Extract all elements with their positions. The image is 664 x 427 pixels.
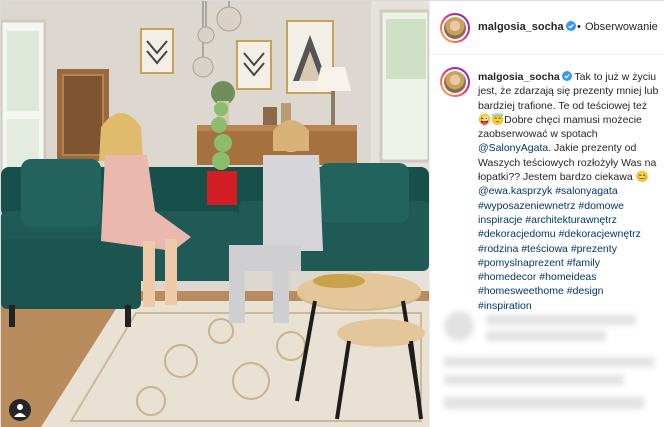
blurred-comments bbox=[430, 301, 664, 427]
hashtag-list: #salonyagata #wyposazeniewnetrz #domowe … bbox=[478, 185, 641, 311]
post-header: malgosia_socha • Obserwowanie bbox=[430, 1, 664, 55]
tagged-people-button[interactable] bbox=[9, 399, 31, 421]
person-icon bbox=[14, 404, 26, 417]
mention-link[interactable]: @ewa.kasprzyk bbox=[478, 185, 552, 197]
post-side-panel: malgosia_socha • Obserwowanie malgosia_s… bbox=[429, 1, 664, 427]
hashtag-link[interactable]: #rodzina bbox=[478, 243, 518, 255]
caption-username[interactable]: malgosia_socha bbox=[478, 71, 560, 83]
caption-emoji-1: 😜😇 bbox=[478, 113, 505, 126]
verified-badge-icon bbox=[565, 21, 576, 31]
caption-emoji-2: 😊 bbox=[635, 171, 649, 184]
photo-scene bbox=[1, 1, 429, 427]
caption-area: malgosia_socha Tak to już w życiu jest, … bbox=[430, 57, 664, 312]
hashtag-link[interactable]: #homeideas bbox=[539, 271, 596, 283]
caption-text: malgosia_socha Tak to już w życiu jest, … bbox=[478, 70, 660, 313]
hashtag-link[interactable]: #homedecor bbox=[478, 271, 536, 283]
hashtag-link[interactable]: #dekoracjedomu bbox=[478, 228, 556, 240]
mention-link[interactable]: @SalonyAgata bbox=[478, 142, 548, 154]
verified-badge-icon bbox=[561, 71, 572, 81]
hashtag-link[interactable]: #architekturawnętrz bbox=[525, 214, 617, 226]
caption-author-avatar[interactable] bbox=[440, 67, 470, 97]
hashtag-link[interactable]: #dekoracjewnętrz bbox=[559, 228, 641, 240]
hashtag-link[interactable]: #teściowa bbox=[521, 243, 568, 255]
hashtag-link[interactable]: #homesweethome bbox=[478, 285, 564, 297]
hashtag-link[interactable]: #family bbox=[567, 257, 600, 269]
hashtag-link[interactable]: #wyposazeniewnetrz bbox=[478, 200, 575, 212]
hashtag-link[interactable]: #pomyslnaprezent bbox=[478, 257, 564, 269]
hashtag-link[interactable]: #design bbox=[567, 285, 604, 297]
instagram-post-frame: malgosia_socha • Obserwowanie malgosia_s… bbox=[0, 0, 664, 427]
hashtag-link[interactable]: #salonyagata bbox=[555, 185, 617, 197]
post-photo[interactable] bbox=[1, 1, 429, 427]
header-separator: • bbox=[577, 21, 581, 33]
author-avatar[interactable] bbox=[440, 13, 470, 43]
hashtag-link[interactable]: #prezenty bbox=[571, 243, 617, 255]
author-username[interactable]: malgosia_socha bbox=[478, 21, 576, 33]
following-button[interactable]: Obserwowanie bbox=[585, 21, 658, 33]
